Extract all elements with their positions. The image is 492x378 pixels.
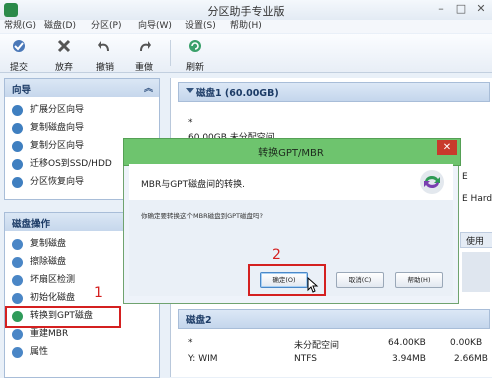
- disk2-row2-capacity: 3.94MB: [392, 354, 426, 364]
- menu-disk[interactable]: 磁盘(D): [44, 20, 76, 33]
- submit-button[interactable]: 提交: [4, 36, 34, 73]
- cancel-button[interactable]: 取消(C): [336, 272, 384, 288]
- disk1-star: *: [188, 118, 193, 128]
- dialog-question: 你确定要转换这个MBR磁盘到GPT磁盘吗?: [141, 212, 263, 220]
- submit-icon: [13, 40, 25, 52]
- disk2-header[interactable]: [178, 309, 490, 329]
- disk1-title: 磁盘1 (60.00GB): [196, 88, 279, 99]
- app-title: 分区助手专业版: [207, 5, 285, 18]
- submit-label: 提交: [9, 63, 28, 73]
- mouse-cursor-icon: [307, 277, 319, 293]
- close-icon[interactable]: ✕: [472, 2, 490, 16]
- bad-sector-icon: [12, 275, 23, 286]
- menu-help[interactable]: 帮助(H): [230, 20, 262, 33]
- discard-icon: [57, 39, 71, 53]
- help-button[interactable]: 帮助(H): [395, 272, 443, 288]
- wizard-icon: [12, 177, 23, 188]
- column-header-usage-label: 使用: [466, 237, 485, 247]
- refresh-label: 刷新: [185, 63, 204, 73]
- step2-number: 2: [272, 247, 281, 263]
- disk2-title: 磁盘2: [186, 315, 212, 326]
- wizard-panel-header[interactable]: 向导 ︽: [4, 78, 160, 98]
- toolbar-separator: [170, 40, 171, 66]
- redo-label: 重做: [134, 63, 153, 73]
- convert-gpt-icon: [12, 311, 23, 322]
- disk2-row1-name: *: [188, 338, 193, 348]
- redo-button[interactable]: 重做: [129, 36, 159, 73]
- menu-partition[interactable]: 分区(P): [91, 20, 121, 33]
- wizard-panel-title: 向导: [12, 85, 32, 96]
- discard-button[interactable]: 放弃: [49, 36, 79, 73]
- refresh-button[interactable]: 刷新: [180, 36, 210, 73]
- menu-wizard[interactable]: 向导(W): [138, 20, 172, 33]
- ok-button[interactable]: 确定(O): [260, 272, 308, 288]
- undo-icon: [98, 41, 109, 51]
- dialog-close-button[interactable]: ✕: [437, 140, 457, 155]
- menu-settings[interactable]: 设置(S): [185, 20, 216, 33]
- properties-icon: [12, 347, 23, 358]
- dialog-description: MBR与GPT磁盘间的转换.: [141, 180, 245, 190]
- step1-number: 1: [94, 285, 103, 301]
- rebuild-mbr-icon: [12, 329, 23, 340]
- wizard-icon: [12, 123, 23, 134]
- dialog-title: 转换GPT/MBR: [258, 148, 324, 159]
- disk2-row1-fs: 未分配空间: [294, 341, 340, 351]
- undo-button[interactable]: 撤销: [90, 36, 120, 73]
- redo-icon: [140, 41, 151, 51]
- disk2-row2-fs: NTFS: [294, 354, 317, 364]
- refresh-icon: [189, 40, 201, 52]
- disk2-row2-used: 2.66MB: [454, 354, 488, 364]
- menu-general[interactable]: 常规(G): [4, 20, 36, 33]
- disk1-usage-bar: [462, 252, 490, 292]
- initialize-disk-icon: [12, 293, 23, 304]
- undo-label: 撤销: [95, 63, 114, 73]
- wipe-disk-icon: [12, 257, 23, 268]
- disk-ops-panel-title: 磁盘操作: [12, 219, 51, 230]
- discard-label: 放弃: [54, 63, 73, 73]
- disk2-row1-capacity: 64.00KB: [388, 338, 426, 348]
- wizard-icon: [12, 141, 23, 152]
- disk2-row2-name: Y: WIM: [188, 354, 218, 364]
- disk1-right-e: E: [462, 172, 468, 182]
- copy-disk-icon: [12, 239, 23, 250]
- wizard-icon: [12, 105, 23, 116]
- maximize-icon[interactable]: □: [452, 2, 470, 16]
- expand-icon[interactable]: [186, 88, 194, 93]
- wizard-icon: [12, 159, 23, 170]
- convert-icon: [420, 170, 444, 194]
- minimize-icon[interactable]: –: [432, 2, 450, 16]
- disk2-row1-used: 0.00KB: [450, 338, 483, 348]
- collapse-icon[interactable]: ︽: [144, 81, 153, 94]
- disk1-right-ehard: E Hard: [462, 194, 492, 204]
